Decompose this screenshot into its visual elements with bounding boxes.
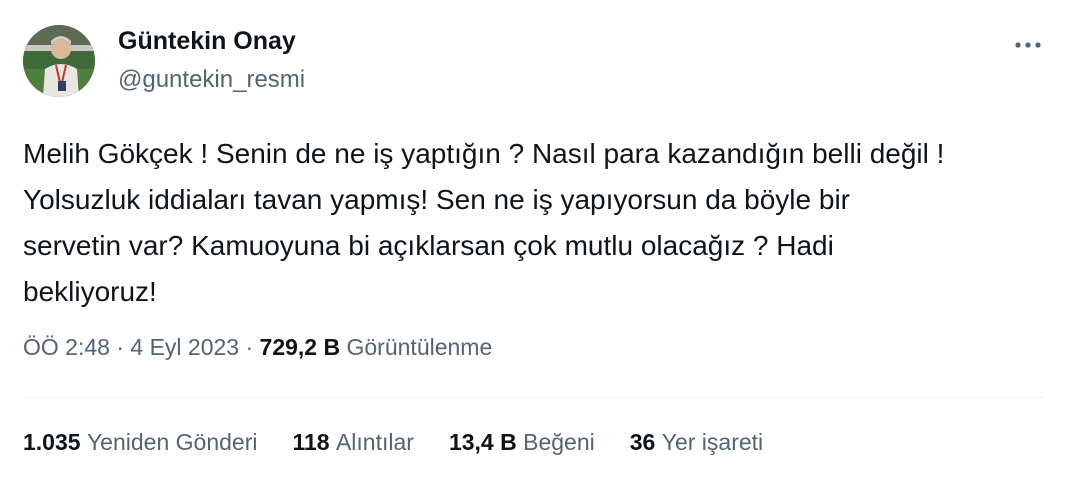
likes-label: Beğeni (523, 429, 595, 455)
quotes-stat[interactable]: 118 Alıntılar (292, 429, 413, 456)
tweet-card: Güntekin Onay @guntekin_resmi Melih Gökç… (0, 0, 1065, 486)
bookmarks-stat[interactable]: 36 Yer işareti (630, 429, 763, 456)
retweets-count: 1.035 (23, 429, 81, 455)
tweet-text: Melih Gökçek ! Senin de ne iş yaptığın ?… (23, 138, 945, 307)
retweets-label: Yeniden Gönderi (86, 429, 258, 455)
bookmarks-label: Yer işareti (661, 429, 764, 455)
quotes-count: 118 (292, 429, 330, 455)
retweets-stat[interactable]: 1.035 Yeniden Gönderi (23, 429, 257, 456)
more-horizontal-icon[interactable] (1008, 30, 1048, 60)
likes-stat[interactable]: 13,4 B Beğeni (449, 429, 595, 456)
divider (23, 397, 1043, 398)
engagement-stats: 1.035 Yeniden Gönderi 118 Alıntılar 13,4… (23, 429, 798, 456)
avatar[interactable] (23, 25, 95, 97)
author-name[interactable]: Güntekin Onay (118, 27, 296, 56)
tweet-date[interactable]: 4 Eyl 2023 (130, 334, 239, 360)
tweet-time[interactable]: ÖÖ 2:48 (23, 334, 110, 360)
views-label: Görüntülenme (346, 334, 493, 360)
meta-separator: · (239, 334, 260, 360)
bookmarks-count: 36 (629, 429, 656, 455)
quotes-label: Alıntılar (335, 429, 414, 455)
meta-separator: · (109, 334, 131, 360)
avatar-image (23, 25, 95, 97)
author-handle[interactable]: @guntekin_resmi (118, 66, 305, 94)
likes-count: 13,4 B (448, 429, 517, 455)
views-count: 729,2 B (259, 334, 341, 360)
tweet-meta: ÖÖ 2:48 · 4 Eyl 2023 · 729,2 B Görüntüle… (23, 334, 492, 361)
